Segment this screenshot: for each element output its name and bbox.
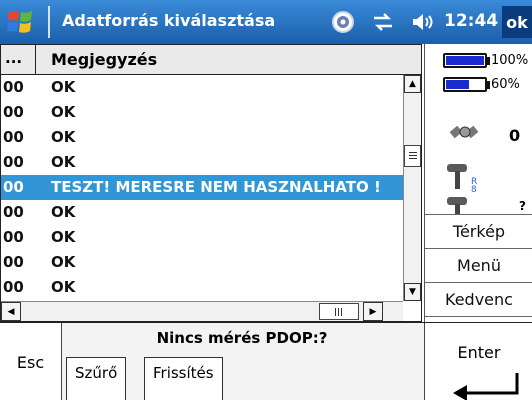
table-row[interactable]: 00 OK (1, 100, 403, 125)
esc-button[interactable]: Esc (0, 323, 62, 400)
row-id: 00 (3, 203, 24, 221)
table-row[interactable]: 00 OK (1, 225, 403, 250)
table-row[interactable]: 00 OK (1, 200, 403, 225)
clock-time[interactable]: 12:44 (444, 11, 498, 31)
battery-1-label: 100% (491, 53, 529, 68)
row-id: 00 (3, 103, 24, 121)
vertical-scroll-thumb[interactable] (404, 145, 421, 167)
column-header-note[interactable]: Megjegyzés (51, 50, 157, 69)
satellite-icon[interactable] (447, 114, 483, 150)
row-id: 00 (3, 178, 24, 196)
row-id: 00 (3, 78, 24, 96)
volume-icon[interactable] (410, 9, 436, 35)
title-separator (48, 6, 50, 38)
table-row-selected[interactable]: 00 TESZT! MERESRE NEM HASZNALHATO ! (1, 175, 403, 200)
row-note: OK (51, 153, 76, 171)
battery-2-label: 60% (491, 77, 520, 92)
title-bar: Adatforrás kiválasztása 12:44 ok (0, 0, 532, 44)
column-header-1[interactable]: ... (1, 45, 36, 75)
row-note: OK (51, 103, 76, 121)
horizontal-scroll-thumb[interactable] (319, 303, 359, 320)
table-row[interactable]: 00 OK (1, 250, 403, 275)
svg-text:8: 8 (471, 185, 477, 194)
row-note: OK (51, 228, 76, 246)
battery-2-fill (446, 80, 469, 89)
battery-2-tip (487, 81, 490, 89)
scroll-left-button[interactable]: ◀ (1, 302, 21, 321)
horizontal-scrollbar[interactable]: ◀ ▶ (1, 301, 403, 321)
table-row[interactable]: 00 OK (1, 150, 403, 175)
measurement-status: Nincs mérés PDOP:? (156, 329, 328, 347)
app-window: Adatforrás kiválasztása 12:44 ok ... Meg… (0, 0, 532, 400)
row-id: 00 (3, 128, 24, 146)
row-id: 00 (3, 253, 24, 271)
table-row[interactable]: 00 OK (1, 75, 403, 100)
row-note: OK (51, 253, 76, 271)
satellite-count: 0 (509, 126, 521, 145)
vertical-scrollbar[interactable]: ▲ ▼ (403, 75, 421, 301)
row-note: OK (51, 78, 76, 96)
receiver-status: ? (519, 199, 526, 213)
window-title: Adatforrás kiválasztása (62, 11, 276, 30)
row-note: OK (51, 128, 76, 146)
scroll-right-button[interactable]: ▶ (363, 302, 383, 321)
enter-button[interactable]: Enter (424, 323, 532, 400)
battery-2 (443, 77, 487, 92)
table-row[interactable]: 00 OK (1, 275, 403, 300)
enter-label: Enter (457, 343, 501, 362)
connectivity-icon[interactable] (370, 9, 396, 35)
favorites-button[interactable]: Kedvenc (425, 282, 532, 315)
gps-receiver-icon[interactable]: R 8 (445, 160, 487, 194)
row-id: 00 (3, 228, 24, 246)
enter-arrow-icon (453, 373, 519, 400)
battery-1-tip (487, 57, 490, 65)
battery-1-fill (446, 56, 484, 65)
list-rows: 00 OK 00 OK 00 OK 00 OK 00 TESZT! MERESRE NEM… (1, 75, 403, 301)
refresh-button[interactable]: Frissítés (144, 357, 223, 400)
row-note: TESZT! MERESRE NEM HASZNALHATO ! (51, 178, 381, 196)
menu-button[interactable]: Menü (425, 248, 532, 281)
bottom-bar: Esc Nincs mérés PDOP:? Szűrő Frissítés E… (0, 322, 532, 400)
row-note: OK (51, 278, 76, 296)
data-source-list: ... Megjegyzés 00 OK 00 OK 00 OK 00 OK 00 TES… (0, 44, 422, 322)
battery-1 (443, 53, 487, 68)
gps-status-icon[interactable] (330, 9, 356, 35)
filter-button[interactable]: Szűrő (66, 357, 127, 400)
list-header: ... Megjegyzés (1, 45, 421, 75)
windows-logo-icon[interactable] (6, 8, 36, 36)
scroll-up-button[interactable]: ▲ (404, 75, 421, 93)
row-note: OK (51, 203, 76, 221)
scroll-down-button[interactable]: ▼ (404, 283, 421, 301)
row-id: 00 (3, 153, 24, 171)
table-row[interactable]: 00 OK (1, 125, 403, 150)
map-button[interactable]: Térkép (425, 214, 532, 247)
row-id: 00 (3, 278, 24, 296)
ok-button[interactable]: ok (502, 6, 532, 38)
